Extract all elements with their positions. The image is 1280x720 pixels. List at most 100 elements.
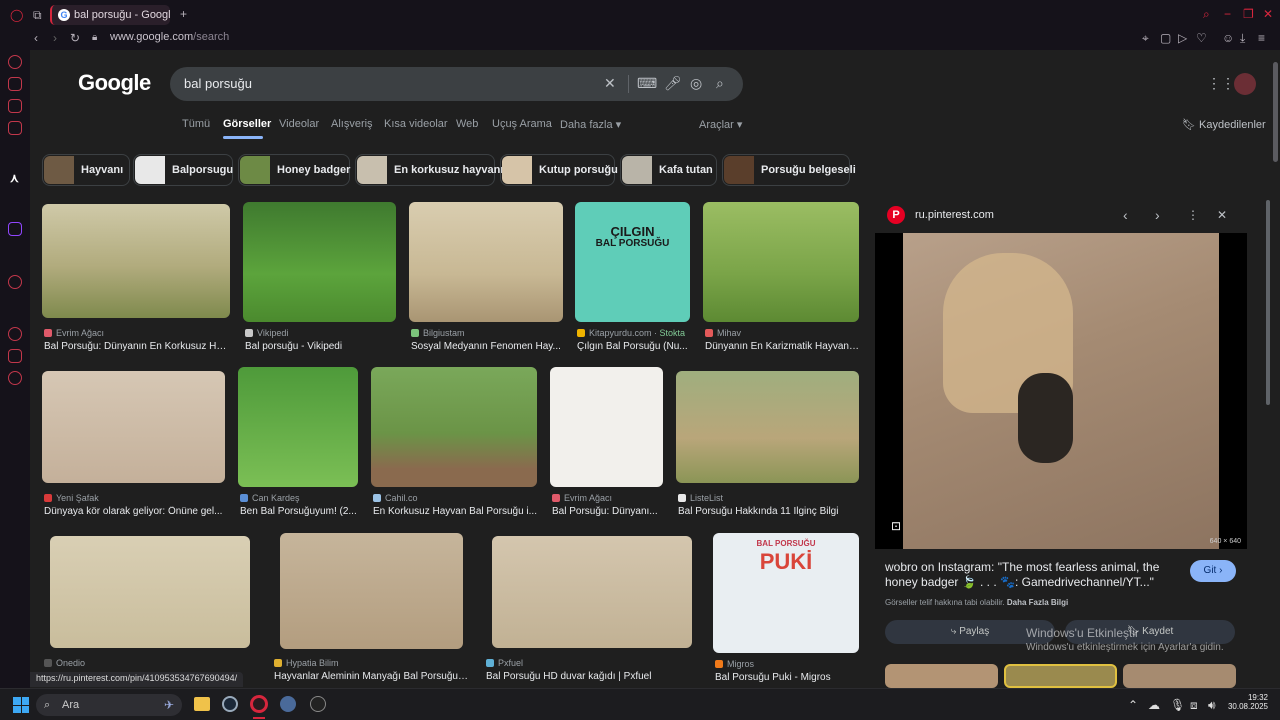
result-title[interactable]: Bal Porsuğu: Dünyanı... bbox=[552, 506, 663, 517]
google-logo[interactable]: Google bbox=[78, 70, 151, 96]
heart-icon[interactable]: ♡ bbox=[1196, 31, 1207, 45]
url-field[interactable]: www.google.com/search bbox=[110, 31, 229, 43]
result-title[interactable]: Bal porsuğu - Vikipedi bbox=[245, 341, 395, 352]
clock[interactable]: 19:32 30.08.2025 bbox=[1226, 693, 1268, 711]
settings-icon[interactable] bbox=[8, 371, 22, 385]
maximize-icon[interactable]: ❐ bbox=[1243, 7, 1254, 21]
result-source[interactable]: Pxfuel bbox=[486, 658, 523, 668]
chip-balporsugu[interactable]: Balporsugu bbox=[133, 154, 233, 186]
result-source[interactable]: Can Kardeş bbox=[240, 493, 300, 503]
tabs-icon[interactable] bbox=[8, 99, 22, 113]
result-card[interactable]: Onedio bbox=[44, 536, 250, 671]
result-title[interactable]: Ben Bal Porsuğuyum! (2... bbox=[240, 506, 358, 517]
chip-kafa-tutan[interactable]: Kafa tutan bbox=[620, 154, 717, 186]
shopping-icon[interactable] bbox=[8, 77, 22, 91]
result-source[interactable]: Evrim Ağacı bbox=[44, 328, 104, 338]
result-image[interactable] bbox=[50, 536, 250, 648]
result-card[interactable]: BAL PORSUĞU PUKİ Migros Bal Porsuğu Puki… bbox=[713, 533, 859, 683]
lens-search-icon[interactable]: ⊡ bbox=[891, 519, 901, 533]
account-icon[interactable]: ☺ bbox=[1222, 31, 1234, 45]
volume-icon[interactable]: 🔊︎ bbox=[1208, 698, 1216, 712]
opera-taskbar-icon[interactable] bbox=[250, 695, 268, 713]
result-image[interactable] bbox=[703, 202, 859, 322]
player-icon[interactable] bbox=[8, 275, 22, 289]
network-icon[interactable]: ⧈ bbox=[1190, 698, 1198, 712]
result-source[interactable]: Vikipedi bbox=[245, 328, 288, 338]
news-icon[interactable] bbox=[8, 121, 22, 135]
taskbar-search[interactable]: ⌕ Ara bbox=[36, 694, 182, 716]
preview-image[interactable] bbox=[903, 233, 1219, 549]
result-card[interactable]: Can Kardeş Ben Bal Porsuğuyum! (2... bbox=[238, 367, 358, 517]
file-explorer-icon[interactable] bbox=[194, 697, 210, 711]
chip-hayvani[interactable]: Hayvanı bbox=[42, 154, 130, 186]
result-card[interactable]: ÇILGIN BAL PORSUĞU Kitapyurdu.com · Stok… bbox=[575, 202, 690, 352]
result-title[interactable]: Çılgın Bal Porsuğu (Nu... bbox=[577, 341, 690, 352]
result-source[interactable]: Bilgiustam bbox=[411, 328, 465, 338]
lens-icon[interactable]: ◎ bbox=[690, 75, 702, 92]
twitch-icon[interactable] bbox=[8, 222, 22, 236]
result-image[interactable] bbox=[42, 204, 230, 318]
minimize-icon[interactable]: − bbox=[1224, 7, 1231, 21]
avatar[interactable] bbox=[1234, 73, 1256, 95]
result-source[interactable]: Onedio bbox=[44, 658, 85, 668]
active-tab[interactable]: G bal porsuğu - Google'da A bbox=[50, 5, 170, 25]
back-icon[interactable]: ‹ bbox=[34, 31, 38, 45]
result-title[interactable]: Hayvanlar Aleminin Manyağı Bal Porsuğu -… bbox=[274, 671, 469, 682]
result-source[interactable]: Mihav bbox=[705, 328, 741, 338]
download-icon[interactable]: ⤓ bbox=[1240, 31, 1245, 45]
close-preview-icon[interactable]: ✕ bbox=[1217, 208, 1227, 222]
result-image[interactable] bbox=[238, 367, 358, 487]
result-card[interactable]: Bilgiustam Sosyal Medyanın Fenomen Hay..… bbox=[409, 202, 563, 352]
result-image[interactable] bbox=[409, 202, 563, 322]
app-icon[interactable] bbox=[280, 696, 296, 712]
history-icon[interactable] bbox=[8, 327, 22, 341]
mic-tray-icon[interactable]: 🎙︎ bbox=[1170, 698, 1185, 712]
result-source[interactable]: Hypatia Bilim bbox=[274, 658, 339, 668]
tab-videos[interactable]: Videolar bbox=[279, 118, 319, 130]
extensions-icon[interactable] bbox=[8, 349, 22, 363]
result-title[interactable]: Bal Porsuğu HD duvar kağıdı | Pxfuel bbox=[486, 671, 692, 682]
result-source[interactable]: Cahil.co bbox=[373, 493, 418, 503]
related-thumb[interactable] bbox=[885, 664, 998, 688]
result-title[interactable]: En Korkusuz Hayvan Bal Porsuğu i... bbox=[373, 506, 537, 517]
tools-button[interactable]: Araçlar ▾ bbox=[699, 118, 742, 131]
result-image[interactable] bbox=[492, 536, 692, 648]
page-scrollbar[interactable] bbox=[1273, 62, 1278, 162]
result-card[interactable]: Vikipedi Bal porsuğu - Vikipedi bbox=[243, 202, 396, 352]
next-icon[interactable]: › bbox=[1155, 208, 1160, 222]
result-card[interactable]: Hypatia Bilim Hayvanlar Aleminin Manyağı… bbox=[274, 533, 469, 683]
tab-short-videos[interactable]: Kısa videolar bbox=[384, 118, 448, 130]
clear-icon[interactable]: ✕ bbox=[604, 75, 616, 92]
result-image[interactable] bbox=[676, 371, 859, 483]
cloud-icon[interactable]: ☁ bbox=[1148, 698, 1160, 712]
tab-all[interactable]: Tümü bbox=[182, 118, 210, 130]
result-title[interactable]: Sosyal Medyanın Fenomen Hay... bbox=[411, 341, 561, 352]
more-info-link[interactable]: Daha Fazla Bilgi bbox=[1007, 598, 1068, 607]
result-title[interactable]: Bal Porsuğu: Dünyanın En Korkusuz Ha... bbox=[44, 341, 230, 352]
ai-icon[interactable]: ⋏ bbox=[10, 171, 19, 185]
result-title[interactable]: Dünyanın En Karizmatik Hayvanl... bbox=[705, 341, 859, 352]
preview-title[interactable]: wobro on Instagram: "The most fearless a… bbox=[885, 560, 1175, 590]
forward-icon[interactable]: › bbox=[53, 31, 57, 45]
chip-kutup-porsugu[interactable]: Kutup porsuğu bbox=[500, 154, 618, 186]
chip-belgeseli[interactable]: Porsuğu belgeseli bbox=[722, 154, 856, 186]
result-card[interactable]: Pxfuel Bal Porsuğu HD duvar kağıdı | Pxf… bbox=[486, 536, 692, 683]
related-thumb[interactable] bbox=[1004, 664, 1117, 688]
result-source[interactable]: Yeni Şafak bbox=[44, 493, 99, 503]
reload-icon[interactable]: ↻ bbox=[70, 31, 80, 45]
aria-icon[interactable] bbox=[8, 55, 22, 69]
related-thumb[interactable] bbox=[1123, 664, 1236, 688]
saved-button[interactable]: 🔖︎ Kaydedilenler bbox=[1182, 118, 1266, 131]
result-card[interactable]: Evrim Ağacı Bal Porsuğu: Dünyanı... bbox=[550, 367, 663, 517]
result-title[interactable]: Dünyaya kör olarak geliyor: Önüne gel... bbox=[44, 506, 225, 517]
tab-images[interactable]: Görseller bbox=[223, 118, 271, 130]
previous-icon[interactable]: ‹ bbox=[1123, 208, 1128, 222]
result-card[interactable]: Mihav Dünyanın En Karizmatik Hayvanl... bbox=[703, 202, 859, 352]
opera-logo-icon[interactable]: ◯ bbox=[10, 8, 23, 22]
result-image[interactable] bbox=[243, 202, 396, 322]
new-tab-icon[interactable]: + bbox=[180, 7, 187, 21]
app-icon[interactable] bbox=[310, 696, 326, 712]
result-source[interactable]: Migros bbox=[715, 659, 754, 669]
steam-icon[interactable] bbox=[222, 696, 238, 712]
visit-button[interactable]: Git › bbox=[1190, 560, 1236, 582]
